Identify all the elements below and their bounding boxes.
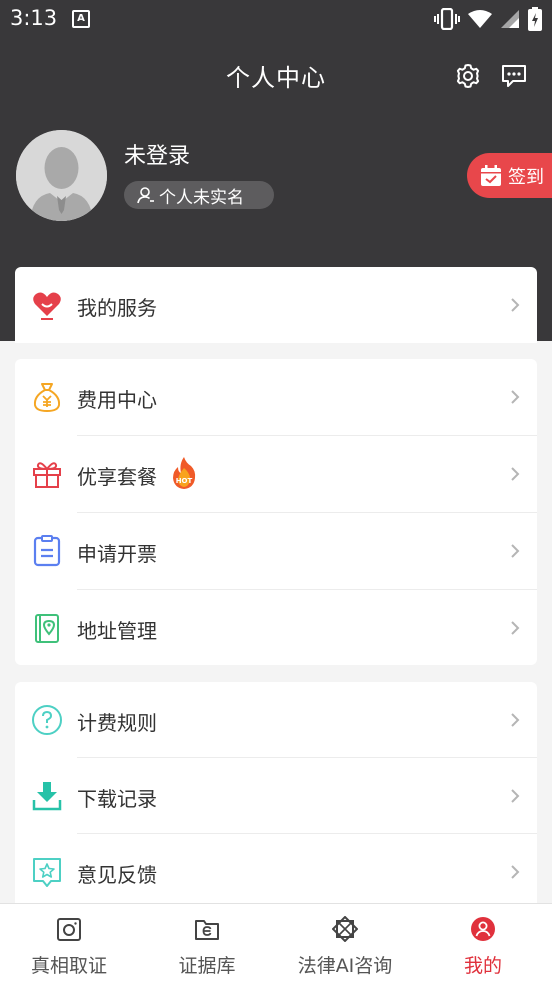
tab-label: 真相取证 — [30, 955, 107, 977]
status-bar: 3:13 A — [0, 0, 552, 38]
chevron-right-icon — [511, 713, 520, 727]
row-label: 申请开票 — [77, 542, 157, 566]
chevron-right-icon — [511, 467, 520, 481]
invoice-icon — [33, 535, 61, 567]
camera-icon — [57, 918, 81, 941]
tab-evidence-capture[interactable]: 真相取证 — [0, 904, 138, 982]
calendar-check-icon — [481, 164, 501, 186]
vibrate-icon — [434, 8, 460, 30]
bottom-tab-bar: 真相取证 证据库 法律AI咨询 我的 — [0, 903, 552, 982]
download-icon — [32, 782, 62, 811]
tab-label: 法律AI咨询 — [297, 955, 393, 977]
chevron-right-icon — [511, 865, 520, 879]
row-label: 地址管理 — [77, 619, 157, 643]
chevron-right-icon — [511, 621, 520, 635]
tab-evidence-library[interactable]: 证据库 — [138, 904, 276, 982]
row-apply-invoice[interactable]: 申请开票 — [15, 513, 537, 589]
row-label: 意见反馈 — [77, 863, 157, 887]
row-address-management[interactable]: 地址管理 — [15, 590, 537, 666]
profile-icon — [471, 917, 495, 941]
notification-a-icon: A — [72, 10, 90, 28]
row-label: 我的服务 — [77, 296, 157, 320]
signal-icon — [501, 10, 519, 28]
row-download-records[interactable]: 下载记录 — [15, 758, 537, 834]
row-label: 计费规则 — [77, 711, 157, 735]
verify-status-badge[interactable]: 个人未实名 — [124, 181, 274, 209]
row-label: 费用中心 — [77, 388, 157, 412]
hot-fire-icon: HOT — [173, 457, 196, 489]
tab-legal-ai[interactable]: 法律AI咨询 — [276, 904, 414, 982]
chevron-right-icon — [511, 298, 520, 312]
row-label: 下载记录 — [77, 787, 157, 811]
battery-icon — [528, 7, 542, 31]
ai-law-icon — [332, 916, 358, 942]
tab-label: 我的 — [463, 955, 502, 977]
wifi-icon — [468, 10, 492, 28]
gift-icon — [33, 462, 61, 488]
avatar[interactable] — [16, 130, 107, 221]
settings-gear-icon[interactable] — [454, 62, 482, 90]
user-name[interactable]: 未登录 — [124, 138, 190, 170]
feedback-star-icon — [33, 858, 61, 887]
address-book-icon — [35, 614, 59, 643]
signin-label: 签到 — [508, 166, 544, 188]
money-bag-icon — [33, 383, 61, 413]
chevron-right-icon — [511, 544, 520, 558]
status-icons — [434, 7, 542, 31]
question-icon — [32, 705, 62, 735]
row-feedback[interactable]: 意见反馈 — [15, 834, 537, 910]
row-my-services[interactable]: 我的服务 — [15, 267, 537, 343]
message-icon[interactable] — [500, 62, 528, 90]
menu-card-1: 费用中心 优享套餐 HOT 申请开票 地址管理 — [15, 359, 537, 665]
row-premium-package[interactable]: 优享套餐 HOT — [15, 436, 537, 512]
menu-card-2: 计费规则 下载记录 意见反馈 — [15, 682, 537, 912]
default-avatar-icon — [16, 130, 107, 221]
user-verify-icon — [137, 187, 154, 204]
chevron-right-icon — [511, 390, 520, 404]
services-card: 我的服务 — [15, 267, 537, 343]
verify-status-text: 个人未实名 — [159, 187, 244, 208]
status-time: 3:13 — [10, 6, 58, 30]
row-billing-rules[interactable]: 计费规则 — [15, 682, 537, 758]
tab-mine[interactable]: 我的 — [414, 904, 552, 982]
evidence-folder-icon — [195, 920, 219, 940]
hot-badge-text: HOT — [176, 477, 193, 485]
signin-button[interactable]: 签到 — [467, 153, 552, 198]
row-fee-center[interactable]: 费用中心 — [15, 359, 537, 435]
chevron-right-icon — [511, 789, 520, 803]
heart-service-icon — [33, 292, 61, 320]
tab-label: 证据库 — [178, 955, 236, 977]
row-label: 优享套餐 — [77, 465, 157, 489]
